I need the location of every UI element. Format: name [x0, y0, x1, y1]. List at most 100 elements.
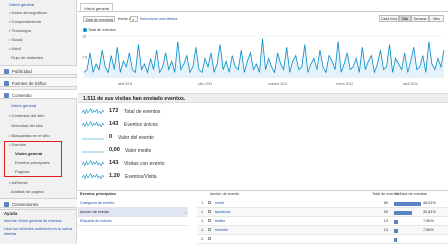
percent-bar	[394, 237, 397, 242]
tab-overview[interactable]: Visión general	[80, 3, 114, 11]
row-checkbox[interactable]	[208, 237, 211, 240]
section-traffic-sources[interactable]: Fuentes de tráfico	[0, 77, 77, 87]
row-checkbox[interactable]	[208, 210, 211, 213]
row-checkbox[interactable]	[208, 219, 211, 222]
help-link-old-reports[interactable]: Usar los informes anteriores en la nueva…	[4, 227, 76, 237]
event-action-link[interactable]: facebook	[215, 210, 230, 214]
row-checkbox[interactable]	[208, 228, 211, 231]
divider	[0, 209, 77, 210]
table-row: 4. linkedin 13 7,56%	[197, 226, 448, 235]
event-action-link[interactable]: twitter	[215, 219, 225, 223]
event-action-link[interactable]: email	[215, 201, 224, 205]
metric-select[interactable]: Total de eventos ▾	[83, 16, 115, 22]
metric-sparkline	[82, 138, 104, 140]
metric-value: 143	[109, 121, 119, 127]
events-table-header-action[interactable]: Acción de evento	[210, 192, 239, 196]
row-percent: 46,51%	[423, 201, 436, 205]
granularity-month[interactable]: Mes	[429, 15, 444, 22]
row-total-events: 13	[383, 219, 388, 223]
sidebar-item-behavior[interactable]: Comportamiento	[9, 19, 42, 24]
dimension-event-action[interactable]: Acción de evento ›	[78, 208, 188, 217]
versus-label: frente a	[118, 16, 131, 21]
dimension-event-category[interactable]: Categoría de evento	[78, 199, 188, 208]
sidebar-item-mobile[interactable]: Móvil	[9, 46, 21, 51]
table-row: 3. twitter 13 7,56%	[197, 217, 448, 226]
metric-label[interactable]: Visitas con evento	[124, 161, 165, 167]
metric-sparkline	[82, 160, 104, 167]
content-in-page-analytics[interactable]: Análisis de página	[11, 189, 43, 194]
main-panel: Visión general Total de eventos ▾ frente…	[78, 0, 448, 244]
series-area	[84, 38, 444, 78]
event-action-link[interactable]: linkedin	[215, 228, 228, 232]
sidebar-item-social[interactable]: Social	[9, 37, 23, 42]
metric-value: 1,20	[109, 173, 120, 179]
section-conversions[interactable]: Conversiones	[0, 198, 77, 208]
sidebar-item-visitors-flow[interactable]: Flujo de visitantes	[11, 55, 43, 60]
dimension-event-label[interactable]: Etiqueta de evento	[78, 217, 188, 226]
granularity-day[interactable]: Día	[399, 15, 411, 22]
table-row: 5.	[197, 235, 448, 244]
chevron-down-icon: ▾	[132, 17, 135, 22]
sidebar-item-technology[interactable]: Tecnología	[9, 28, 31, 33]
dimension-event-action-label: Acción de evento	[80, 210, 110, 214]
tab-divider	[78, 11, 448, 12]
x-axis-ticks: abril 2011 julio 2011 octubre 2011 enero 20…	[118, 82, 418, 86]
summary-text: 1.511 de sus visitas han enviado eventos…	[83, 96, 186, 103]
help-title: Ayuda	[4, 211, 18, 216]
metric-value: 0,00	[109, 147, 120, 153]
content-site-speed[interactable]: Velocidad del sitio	[11, 123, 43, 128]
x-tick-label: enero 2012	[336, 82, 353, 86]
summary-bar: 1.511 de sus visitas han enviado eventos…	[78, 93, 448, 103]
content-adsense[interactable]: AdSense	[9, 180, 28, 185]
y-axis-ticks: 157,5	[82, 35, 87, 60]
x-tick-label: octubre 2011	[268, 82, 288, 86]
section-traffic-sources-label: Fuentes de tráfico	[12, 80, 47, 86]
metric-label[interactable]: Eventos/Visita	[125, 174, 157, 180]
compare-select[interactable]: ▾	[130, 16, 138, 22]
content-site-search[interactable]: Búsquedas en el sitio	[9, 133, 50, 138]
sidebar: Visión general Datos demográficos Compor…	[0, 0, 77, 244]
section-advertising[interactable]: Publicidad	[0, 65, 77, 75]
metric-value: 143	[109, 160, 119, 166]
metric-label[interactable]: Valor medio	[125, 148, 151, 154]
metric-select-value: Total de eventos	[85, 17, 112, 22]
help-link-events-overview[interactable]: Informe Visión general de eventos	[4, 219, 62, 223]
section-content[interactable]: Contenido	[0, 89, 77, 99]
row-index: 2.	[201, 210, 205, 214]
row-index: 5.	[201, 237, 205, 241]
select-metric-link[interactable]: Seleccione una métrica	[140, 17, 177, 21]
row-total-events: 13	[383, 228, 388, 232]
metric-sparkline	[82, 121, 104, 128]
sidebar-item-overview[interactable]: Visión general	[9, 2, 34, 7]
row-index: 3.	[201, 219, 205, 223]
row-total-events: 53	[383, 210, 388, 214]
dimensions-header: Eventos principales	[80, 192, 116, 196]
granularity-week[interactable]: Semana	[411, 15, 429, 22]
content-icon	[4, 92, 9, 98]
row-index: 4.	[201, 228, 205, 232]
sidebar-item-demographics[interactable]: Datos demográficos	[9, 10, 48, 15]
table-row: 2. facebook 53 30,81%	[197, 208, 448, 217]
row-percent: 7,56%	[423, 228, 434, 232]
events-table-header-percent[interactable]: % Total de eventos	[395, 192, 427, 196]
percent-bar	[394, 201, 421, 206]
metric-label[interactable]: Total de eventos	[124, 109, 160, 115]
row-percent: 30,81%	[423, 210, 436, 214]
content-site-content[interactable]: Contenido del sitio	[9, 113, 45, 118]
row-index: 1.	[201, 201, 205, 205]
granularity-hourly[interactable]: Cada hora	[379, 15, 399, 22]
metric-label[interactable]: Valor del evento	[118, 135, 154, 141]
metric-sparkline	[82, 108, 104, 115]
chevron-down-icon: ▾	[111, 17, 113, 22]
events-highlight-box	[4, 141, 62, 177]
metric-label[interactable]: Eventos únicos	[124, 122, 158, 128]
table-row: 1. email 80 46,51%	[197, 199, 448, 208]
content-overview[interactable]: Visión general	[11, 103, 36, 108]
metric-value: 172	[109, 108, 119, 114]
y-tick-label: 15	[82, 35, 86, 39]
y-tick-label: 7,5	[82, 56, 87, 60]
events-line-chart: 157,5 abril 2011 julio 2011 octubre 2011 en…	[82, 35, 445, 86]
x-tick-label: julio 2011	[197, 82, 212, 86]
row-checkbox[interactable]	[208, 201, 211, 204]
section-conversions-label: Conversiones	[12, 201, 39, 207]
